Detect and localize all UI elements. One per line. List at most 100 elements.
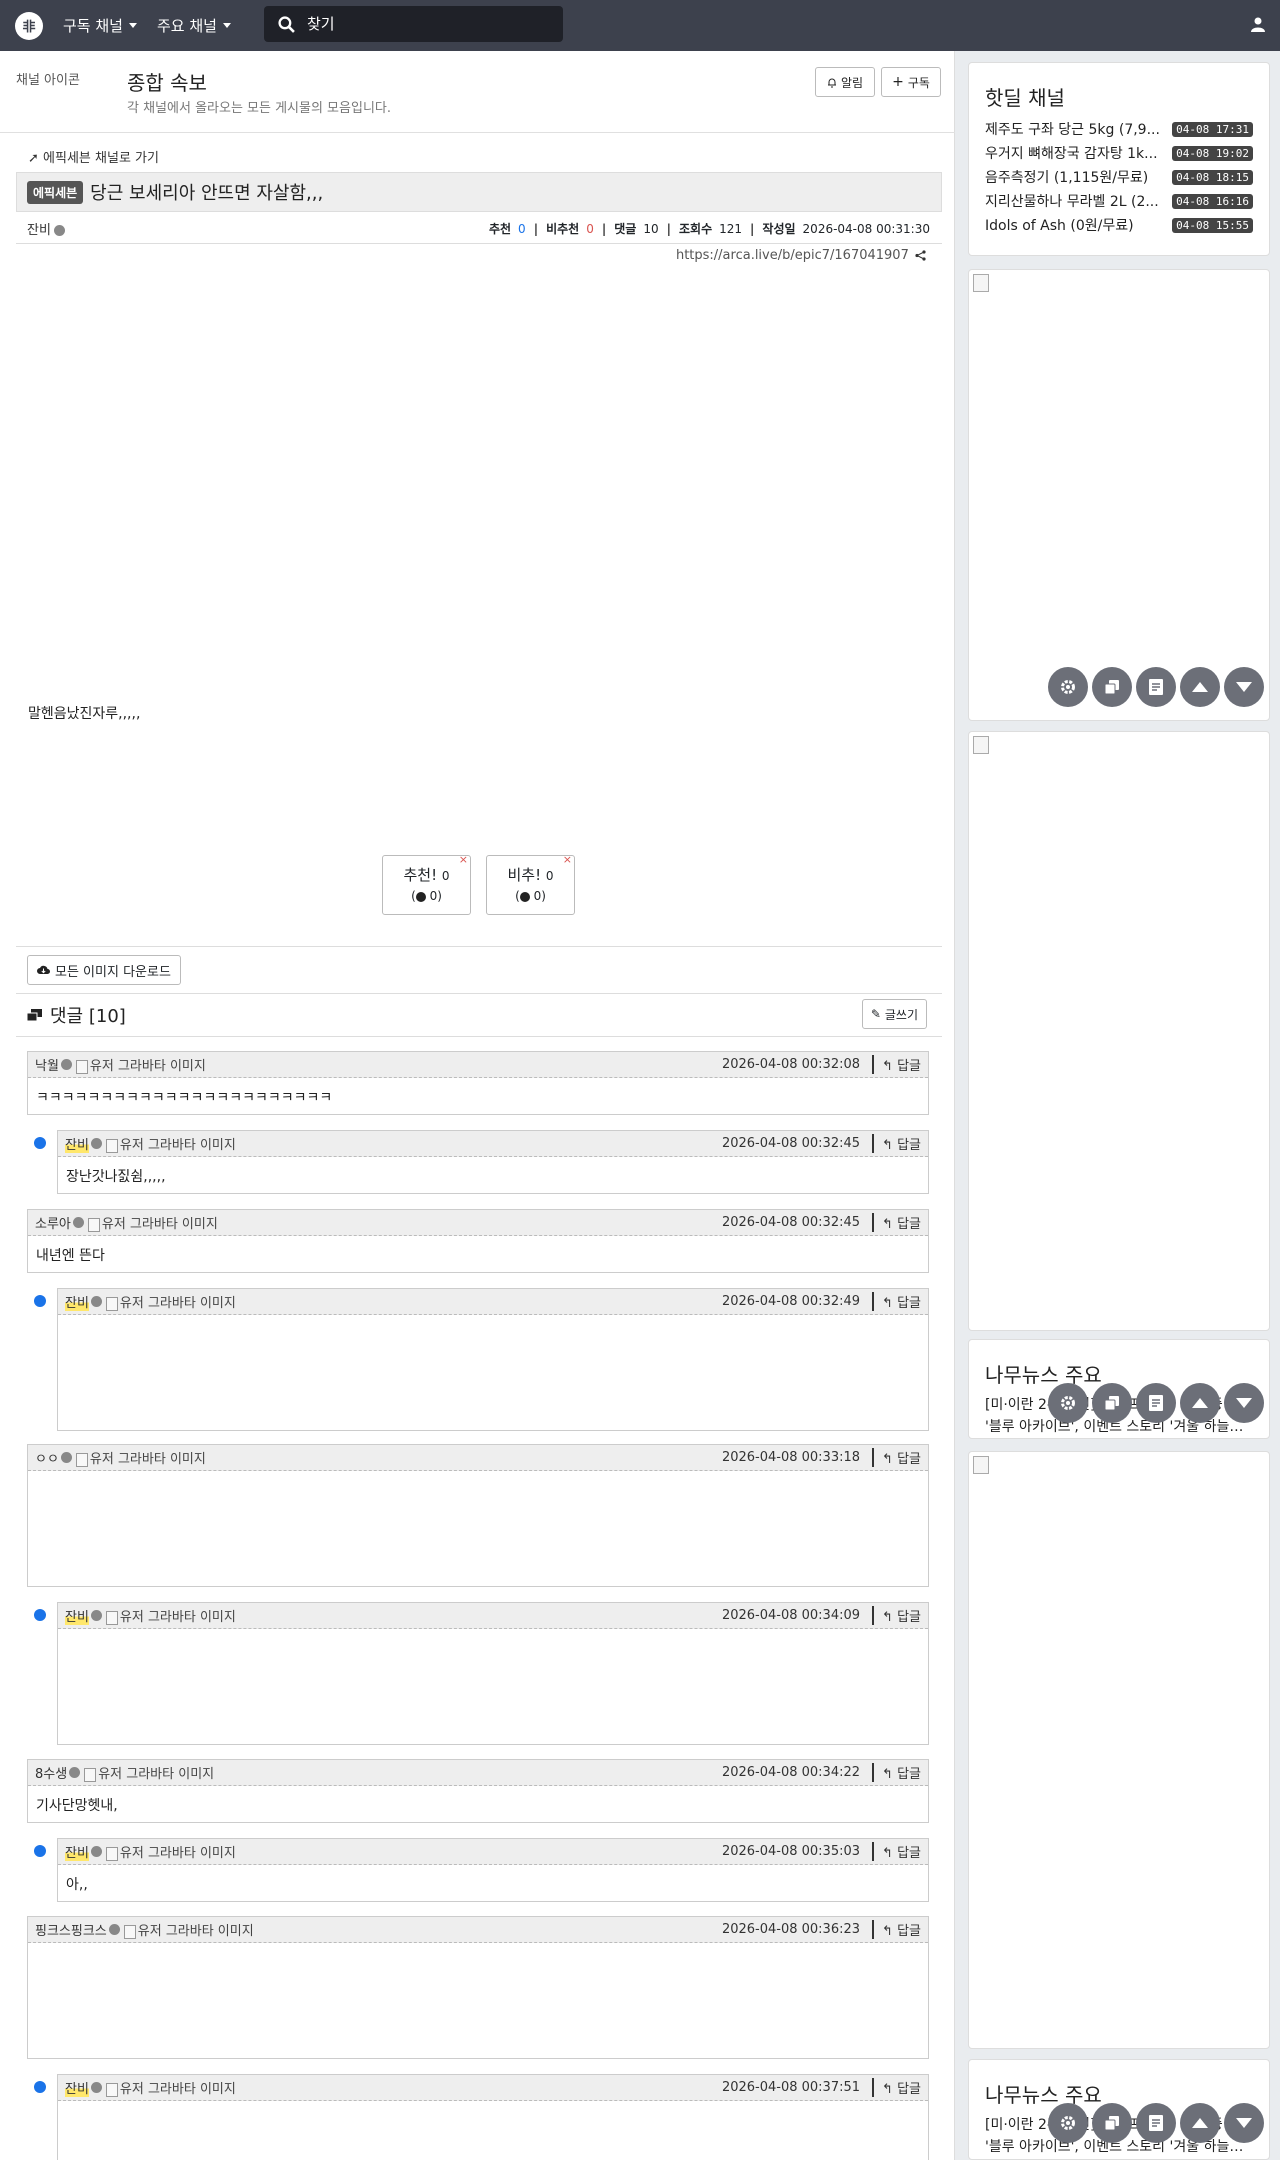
hotdeal-title[interactable]: 핫딜 채널 (985, 82, 1269, 111)
download-all-images-button[interactable]: 모든 이미지 다운로드 (27, 955, 181, 985)
alarm-label: 알림 (840, 75, 864, 90)
comment-author[interactable]: 핑크스핑크스 (35, 1920, 107, 1939)
post-body-text: 말헨음났진자루,,,,, (28, 706, 141, 722)
comment-header: 잔비 유저 그라바타 이미지 2026-04-08 00:34:09 ↰ 답글 (58, 1603, 928, 1629)
post-author[interactable]: 잔비 (27, 219, 65, 238)
gear-icon (1061, 2116, 1075, 2130)
scroll-down-button[interactable] (1224, 667, 1264, 707)
reply-indicator-icon (34, 1295, 46, 1307)
board-header: 채널 아이콘 종합 속보 각 채널에서 올라오는 모든 게시물의 모음입니다. … (0, 51, 955, 133)
hotdeal-item-name: 음주측정기 (1,115원/무료) (985, 170, 1149, 186)
downvote-button[interactable]: × 비추! 0 ( 0) (486, 853, 575, 915)
reply-button[interactable]: ↰ 답글 (872, 1763, 921, 1782)
hotdeal-item[interactable]: 우거지 뼈해장국 감자탕 1k... 04-08 19:02 (969, 141, 1269, 165)
reply-button[interactable]: ↰ 답글 (872, 1606, 921, 1625)
scroll-down-button[interactable] (1224, 2103, 1264, 2143)
reply-button[interactable]: ↰ 답글 (872, 1055, 921, 1074)
reply-label: 답글 (897, 1217, 921, 1232)
divider (16, 1036, 942, 1037)
settings-button[interactable] (1048, 1383, 1088, 1423)
upvote-button-label: 추천! (403, 866, 438, 884)
comment-author[interactable]: ㅇㅇ (35, 1448, 59, 1467)
gear-icon (1061, 1396, 1075, 1410)
hotdeal-item[interactable]: 음주측정기 (1,115원/무료) 04-08 18:15 (969, 165, 1269, 189)
hotdeal-item-date: 04-08 18:15 (1172, 169, 1253, 185)
list-button[interactable] (1136, 2103, 1176, 2143)
broken-image-icon (84, 1767, 97, 1782)
comment-author[interactable]: 잔비 (65, 2078, 89, 2097)
comment-author[interactable]: 잔비 (65, 1292, 89, 1311)
comment-author[interactable]: 잔비 (65, 1842, 89, 1861)
upvote-button[interactable]: × 추천! 0 ( 0) (382, 853, 471, 915)
comment-header: 8수생 유저 그라바타 이미지 2026-04-08 00:34:22 ↰ 답글 (28, 1760, 928, 1786)
post-url[interactable]: https://arca.live/b/epic7/167041907 (676, 248, 926, 263)
comment-item: ㅇㅇ 유저 그라바타 이미지 2026-04-08 00:33:18 ↰ 답글 (27, 1444, 929, 1587)
comment-author[interactable]: 소루아 (35, 1213, 71, 1232)
hotdeal-item[interactable]: 제주도 구좌 당근 5kg (7,9... 04-08 17:31 (969, 117, 1269, 141)
post-url-text: https://arca.live/b/epic7/167041907 (675, 248, 909, 263)
copy-button[interactable] (1092, 2103, 1132, 2143)
reply-button[interactable]: ↰ 답글 (872, 1920, 921, 1939)
main-channels-dropdown[interactable]: 주요 채널 (157, 15, 231, 36)
reply-button[interactable]: ↰ 답글 (872, 2078, 921, 2097)
site-logo[interactable]: 非 (15, 11, 43, 40)
hotdeal-item[interactable]: 지리산물하나 무라벨 2L (2... 04-08 16:16 (969, 189, 1269, 213)
settings-button[interactable] (1048, 2103, 1088, 2143)
subscribe-button[interactable]: + 구독 (881, 67, 941, 97)
avatar: 유저 그라바타 이미지 (75, 1055, 206, 1074)
triangle-up-icon (1192, 2118, 1208, 2128)
list-button[interactable] (1136, 1383, 1176, 1423)
avatar-alt-text: 유저 그라바타 이미지 (89, 1452, 206, 1467)
avatar: 유저 그라바타 이미지 (87, 1213, 218, 1232)
avatar-alt-text: 유저 그라바타 이미지 (101, 1217, 218, 1232)
downvote-count: 0 (586, 221, 594, 236)
broken-image-icon (105, 1846, 118, 1861)
reply-arrow-icon: ↰ (882, 1846, 893, 1861)
comment-count: 10 (643, 221, 659, 236)
comment-author[interactable]: 잔비 (65, 1134, 89, 1153)
reply-button[interactable]: ↰ 답글 (872, 1213, 921, 1232)
reply-button[interactable]: ↰ 답글 (872, 1292, 921, 1311)
avatar-alt-text: 유저 그라바타 이미지 (119, 2082, 236, 2097)
comment-author[interactable]: 낙월 (35, 1055, 59, 1074)
share-icon[interactable] (915, 250, 926, 261)
board-title[interactable]: 종합 속보 (127, 67, 207, 96)
user-icon[interactable] (1250, 16, 1266, 32)
comment-text (58, 2101, 928, 2119)
scroll-up-button[interactable] (1180, 2103, 1220, 2143)
scroll-down-button[interactable] (1224, 1383, 1264, 1423)
scroll-up-button[interactable] (1180, 667, 1220, 707)
upvote-sub-count: 0 (429, 889, 438, 903)
comment-text: 장난갓나짌쉼,,,,, (66, 1169, 166, 1185)
comment-time: 2026-04-08 00:32:45 (721, 1136, 861, 1151)
downvote-button-count: 0 (545, 869, 554, 883)
reply-label: 답글 (897, 1924, 921, 1939)
comment-author[interactable]: 잔비 (65, 1606, 89, 1625)
reply-button[interactable]: ↰ 답글 (872, 1842, 921, 1861)
reply-button[interactable]: ↰ 답글 (872, 1134, 921, 1153)
comment-author[interactable]: 8수생 (35, 1763, 67, 1782)
settings-button[interactable] (1048, 667, 1088, 707)
top-navbar: 非 구독 채널 주요 채널 (0, 0, 1280, 51)
search-input[interactable] (307, 15, 537, 33)
reply-indicator-icon (34, 1137, 46, 1149)
reply-button[interactable]: ↰ 답글 (872, 1448, 921, 1467)
write-comment-button[interactable]: ✎ 글쓰기 (861, 999, 927, 1029)
broken-image-icon (87, 1217, 100, 1232)
hotdeal-item[interactable]: Idols of Ash (0원/무료) 04-08 15:55 (969, 213, 1269, 237)
list-button[interactable] (1136, 667, 1176, 707)
scroll-up-button[interactable] (1180, 1383, 1220, 1423)
triangle-down-icon (1236, 682, 1252, 692)
verified-icon (90, 2082, 102, 2093)
avatar-alt-text: 유저 그라바타 이미지 (119, 1610, 236, 1625)
alarm-button[interactable]: 알림 (815, 67, 875, 97)
category-badge[interactable]: 에픽세븐 (27, 180, 84, 204)
hotdeal-item-name: 지리산물하나 무라벨 2L (2... (985, 194, 1159, 210)
subscribed-channels-dropdown[interactable]: 구독 채널 (63, 15, 137, 36)
copy-button[interactable] (1092, 1383, 1132, 1423)
copy-button[interactable] (1092, 667, 1132, 707)
comment-text (28, 1471, 928, 1489)
goto-channel-link[interactable]: ➚ 에픽세븐 채널로 가기 (28, 147, 159, 166)
hotdeal-item-date: 04-08 16:16 (1172, 193, 1253, 209)
namu-news-panel: 나무뉴스 주요 [미·이란 2주 휴전] 트럼프 "협상 기간 중 공격 '블루… (968, 1339, 1270, 1439)
